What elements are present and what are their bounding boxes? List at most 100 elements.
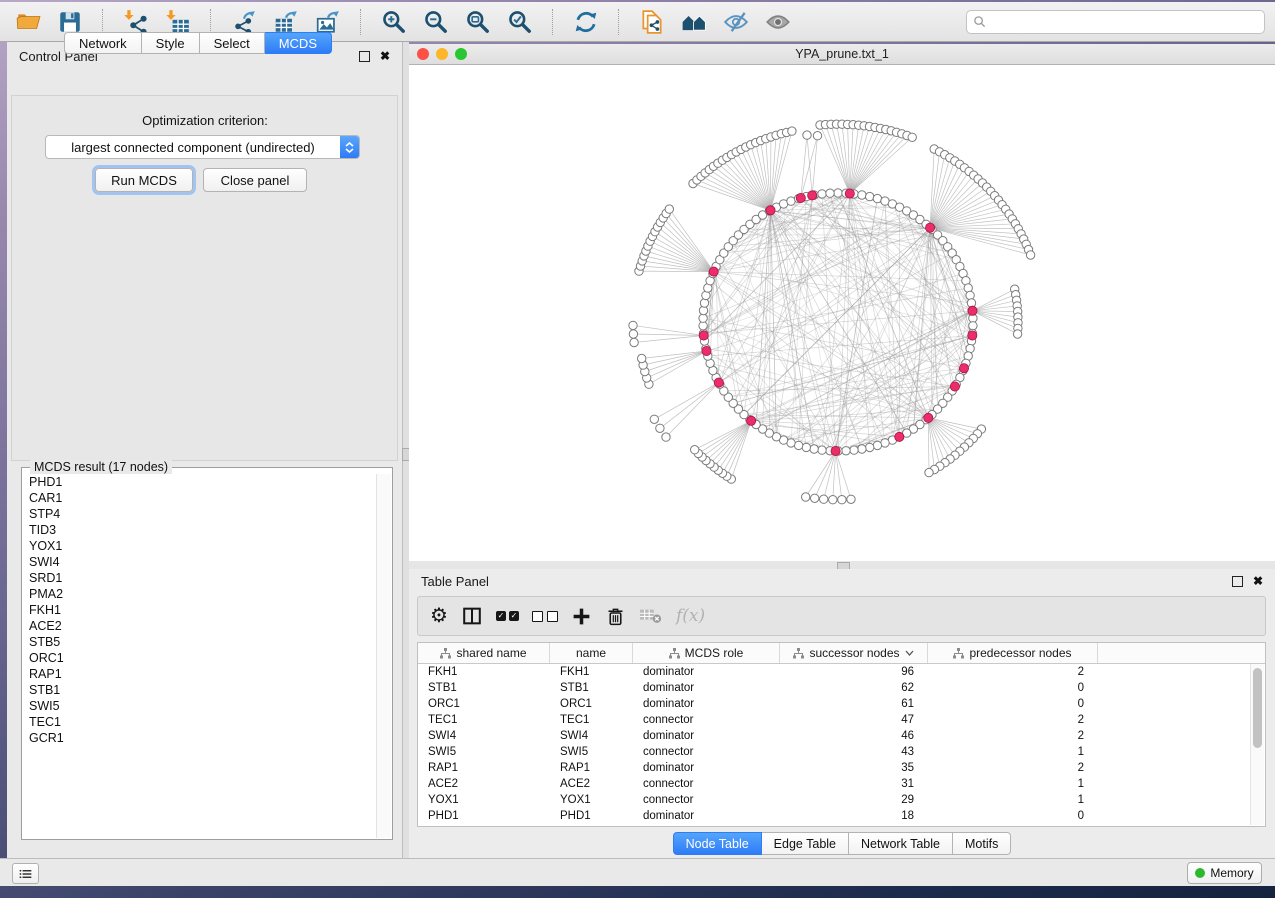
network-node[interactable] (813, 132, 821, 140)
hide-selected-button[interactable] (718, 6, 754, 38)
network-node[interactable] (638, 354, 646, 362)
network-node[interactable] (866, 192, 874, 200)
network-node[interactable] (966, 291, 974, 299)
network-node[interactable] (810, 445, 818, 453)
mcds-hub-node[interactable] (968, 331, 977, 340)
mcds-hub-node[interactable] (702, 346, 711, 355)
table-settings-button[interactable]: ⚙ (430, 601, 448, 631)
search-input[interactable] (990, 14, 1258, 30)
mcds-hub-node[interactable] (796, 193, 805, 202)
network-node[interactable] (629, 330, 637, 338)
network-node[interactable] (826, 189, 834, 197)
close-panel-button[interactable]: Close panel (203, 168, 307, 192)
network-node[interactable] (829, 496, 837, 504)
duplicate-network-button[interactable] (634, 6, 670, 38)
close-panel-icon[interactable]: ✖ (1253, 575, 1263, 587)
show-all-button[interactable] (760, 6, 796, 38)
network-node[interactable] (803, 131, 811, 139)
network-node[interactable] (834, 189, 842, 197)
network-node[interactable] (842, 447, 850, 455)
network-node[interactable] (811, 494, 819, 502)
mcds-result-item[interactable]: YOX1 (29, 538, 377, 554)
network-node[interactable] (969, 322, 977, 330)
table-row[interactable]: FKH1FKH1dominator962 (418, 664, 1265, 680)
tab-network-table[interactable]: Network Table (849, 832, 953, 855)
memory-button[interactable]: Memory (1187, 862, 1262, 884)
network-node[interactable] (858, 191, 866, 199)
mcds-result-item[interactable]: STP4 (29, 506, 377, 522)
network-node[interactable] (700, 299, 708, 307)
tab-edge-table[interactable]: Edge Table (762, 832, 849, 855)
network-node[interactable] (650, 415, 658, 423)
refresh-view-button[interactable] (568, 6, 604, 38)
network-node[interactable] (656, 424, 664, 432)
mcds-result-item[interactable]: ACE2 (29, 618, 377, 634)
zoom-fit-button[interactable] (460, 6, 496, 38)
network-node[interactable] (847, 495, 855, 503)
mcds-result-item[interactable]: SRD1 (29, 570, 377, 586)
network-node[interactable] (820, 495, 828, 503)
table-row[interactable]: RAP1RAP1dominator352 (418, 760, 1265, 776)
mcds-hub-node[interactable] (747, 416, 756, 425)
function-builder-button[interactable]: f(x) (676, 601, 705, 631)
criterion-dropdown[interactable]: largest connected component (undirected) (45, 135, 360, 159)
tab-node-table[interactable]: Node Table (673, 832, 762, 855)
mcds-result-scrollbar[interactable] (376, 474, 391, 838)
network-node[interactable] (818, 446, 826, 454)
network-node[interactable] (858, 445, 866, 453)
column-header-MCDS-role[interactable]: MCDS role (633, 643, 780, 663)
network-node[interactable] (788, 127, 796, 135)
network-node[interactable] (630, 338, 638, 346)
tab-motifs[interactable]: Motifs (953, 832, 1011, 855)
mcds-result-item[interactable]: TEC1 (29, 714, 377, 730)
status-list-button[interactable] (12, 863, 39, 884)
mcds-hub-node[interactable] (845, 189, 854, 198)
mcds-result-item[interactable]: SWI5 (29, 698, 377, 714)
tab-style[interactable]: Style (142, 32, 200, 54)
mcds-result-item[interactable]: RAP1 (29, 666, 377, 682)
mcds-result-item[interactable]: SWI4 (29, 554, 377, 570)
mcds-result-item[interactable]: STB5 (29, 634, 377, 650)
mcds-result-item[interactable]: PHD1 (29, 474, 377, 490)
mcds-hub-node[interactable] (959, 364, 968, 373)
network-node[interactable] (699, 314, 707, 322)
mcds-hub-node[interactable] (926, 223, 935, 232)
zoom-selected-button[interactable] (502, 6, 538, 38)
tab-network[interactable]: Network (64, 32, 142, 54)
table-row[interactable]: ACE2ACE2connector311 (418, 776, 1265, 792)
network-node[interactable] (802, 493, 810, 501)
table-scrollbar[interactable] (1250, 664, 1264, 825)
mcds-hub-node[interactable] (831, 446, 840, 455)
column-header-predecessor-nodes[interactable]: predecessor nodes (928, 643, 1098, 663)
mcds-hub-node[interactable] (699, 331, 708, 340)
network-node[interactable] (1026, 251, 1034, 259)
mcds-hub-node[interactable] (924, 413, 933, 422)
column-header-successor-nodes[interactable]: successor nodes (780, 643, 928, 663)
tab-mcds[interactable]: MCDS (265, 32, 332, 54)
network-node[interactable] (850, 446, 858, 454)
network-node[interactable] (1013, 330, 1021, 338)
tab-select[interactable]: Select (200, 32, 265, 54)
deselect-all-button[interactable] (532, 601, 558, 631)
run-mcds-button[interactable]: Run MCDS (95, 168, 193, 192)
mcds-hub-node[interactable] (950, 382, 959, 391)
network-node[interactable] (873, 441, 881, 449)
mcds-result-item[interactable]: ORC1 (29, 650, 377, 666)
network-node[interactable] (908, 133, 916, 141)
scrollbar-thumb[interactable] (1253, 668, 1262, 748)
network-node[interactable] (665, 205, 673, 213)
column-header-shared-name[interactable]: shared name (418, 643, 550, 663)
network-node[interactable] (662, 433, 670, 441)
mcds-hub-node[interactable] (895, 432, 904, 441)
network-node[interactable] (818, 190, 826, 198)
mcds-result-item[interactable]: GCR1 (29, 730, 377, 746)
table-row[interactable]: PHD1PHD1dominator180 (418, 808, 1265, 824)
table-row[interactable]: YOX1YOX1connector291 (418, 792, 1265, 808)
network-node[interactable] (802, 443, 810, 451)
table-row[interactable]: ORC1ORC1dominator610 (418, 696, 1265, 712)
mcds-result-item[interactable]: PMA2 (29, 586, 377, 602)
table-row[interactable]: SWI5SWI5connector431 (418, 744, 1265, 760)
mcds-result-item[interactable]: STB1 (29, 682, 377, 698)
table-row[interactable]: STB1STB1dominator620 (418, 680, 1265, 696)
network-node[interactable] (838, 496, 846, 504)
